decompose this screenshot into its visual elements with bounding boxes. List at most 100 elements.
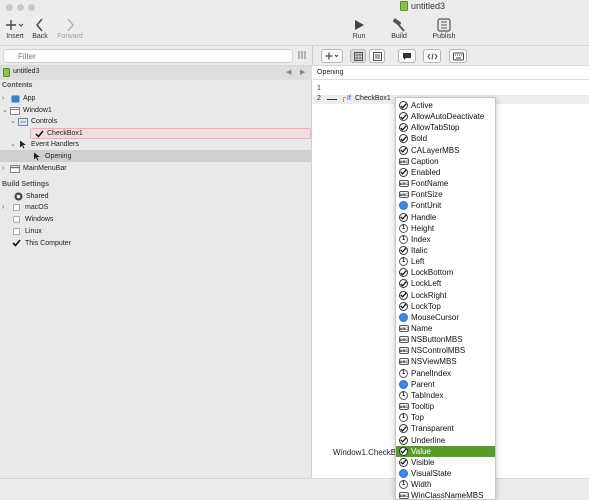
back-button[interactable]: Back [25,16,55,40]
build-target-this-computer[interactable]: This Computer [12,238,71,249]
autocomplete-item[interactable]: 1 Width [396,479,495,490]
autocomplete-item[interactable]: LockBottom [396,267,495,278]
checkmark-icon[interactable] [12,239,21,247]
navigator-header: untitled3 ◀ ▶ [0,66,312,80]
autocomplete-item[interactable]: ABC NSViewMBS [396,356,495,367]
autocomplete-item[interactable]: ABC FontName [396,178,495,189]
window-minimize-button[interactable] [17,4,24,11]
nav-item-event-handlers[interactable]: ⌄ Event Handlers [10,139,79,150]
filter-input[interactable] [3,49,293,63]
nav-item-checkbox1[interactable]: CheckBox1 [34,128,83,139]
enum-icon [399,201,408,211]
autocomplete-item[interactable]: LockLeft [396,278,495,289]
autocomplete-item[interactable]: ABC Tooltip [396,401,495,412]
autocomplete-item[interactable]: LockRight [396,290,495,301]
build-target-macos[interactable]: › macOS [2,202,48,213]
disclosure-closed-icon[interactable]: › [2,202,10,213]
autocomplete-item[interactable]: LockTop [396,301,495,312]
breadcrumb: Opening [317,69,344,76]
nav-item-opening[interactable]: Opening [32,151,71,162]
layout-view-button[interactable] [350,49,366,63]
tags-button[interactable] [423,49,441,63]
autocomplete-item[interactable]: Parent [396,379,495,390]
autocomplete-item[interactable]: 1 TabIndex [396,390,495,401]
build-target-linux[interactable]: Linux [13,226,42,237]
autocomplete-item[interactable]: AllowAutoDeactivate [396,111,495,122]
autocomplete-item-label: Enabled [411,167,441,177]
autocomplete-item[interactable]: CALayerMBS [396,145,495,156]
autocomplete-item[interactable]: FontUnit [396,200,495,211]
plus-dropdown-icon [325,52,339,60]
nav-item-app[interactable]: › App [2,93,35,104]
navigator-sidebar: untitled3 ◀ ▶ Contents › App ⌄ Window1 ⌄… [0,66,312,500]
autocomplete-item-label: Name [411,324,433,333]
comment-button[interactable] [398,49,416,63]
autocomplete-item[interactable]: Handle [396,212,495,223]
autocomplete-item[interactable]: 1 Top [396,412,495,423]
disclosure-open-icon[interactable]: ⌄ [10,139,18,150]
integer-icon: 1 [399,234,408,244]
disclosure-open-icon[interactable]: ⌄ [10,116,18,127]
boolean-check-icon [399,457,408,467]
autocomplete-item[interactable]: 1 Index [396,234,495,245]
autocomplete-item-label: Handle [411,212,437,222]
autocomplete-item[interactable]: Italic [396,245,495,256]
autocomplete-popup[interactable]: Active AllowAutoDeactivate AllowTabStop Bol… [395,97,496,500]
build-target-shared[interactable]: Shared [13,191,49,202]
code-view-button[interactable] [369,49,385,63]
autocomplete-item-label: MouseCursor [411,312,460,322]
publish-button[interactable]: Publish [429,16,459,40]
autocomplete-item[interactable]: VisualState [396,468,495,479]
autocomplete-item-label: Bold [411,134,428,144]
autocomplete-item[interactable]: Transparent [396,423,495,434]
build-checkbox[interactable] [13,228,20,235]
autocomplete-item[interactable]: ABC Name [396,323,495,334]
nav-forward-arrow-icon[interactable]: ▶ [300,68,305,76]
keyboard-button[interactable] [449,49,467,63]
build-checkbox[interactable] [13,204,20,211]
run-button[interactable]: Run [344,16,374,40]
line-number: 2 [317,95,321,102]
autocomplete-item[interactable]: ABC Caption [396,156,495,167]
controls-icon [18,117,28,126]
nav-item-window1[interactable]: ⌄ Window1 [2,105,52,116]
forward-button[interactable]: Forward [55,16,85,40]
autocomplete-item[interactable]: Underline [396,435,495,446]
autocomplete-item[interactable]: ABC WinClassNameMBS [396,490,495,499]
disclosure-open-icon[interactable]: ⌄ [2,105,10,116]
nav-item-controls[interactable]: ⌄ Controls [10,116,57,127]
autocomplete-item[interactable]: Enabled [396,167,495,178]
autocomplete-item[interactable]: MouseCursor [396,312,495,323]
columns-icon[interactable] [297,50,307,62]
autocomplete-item-label: LockBottom [411,268,454,278]
add-item-button[interactable] [321,49,343,63]
autocomplete-item[interactable]: Active [396,100,495,111]
build-checkbox[interactable] [13,216,20,223]
autocomplete-item[interactable]: ABC FontSize [396,189,495,200]
play-icon [344,16,374,33]
main-toolbar: Insert Back Forward untitled3 Run Build … [0,0,589,46]
autocomplete-item[interactable]: 1 Height [396,223,495,234]
autocomplete-item[interactable]: Value [396,445,495,457]
disclosure-closed-icon[interactable]: › [2,93,10,104]
nav-back-arrow-icon[interactable]: ◀ [286,68,291,76]
build-target-windows[interactable]: Windows [13,214,53,225]
autocomplete-item[interactable]: AllowTabStop [396,122,495,133]
nav-item-controls-label: Controls [31,118,58,125]
integer-icon: 1 [399,223,408,233]
nav-item-opening-label: Opening [45,153,72,160]
boolean-check-icon [399,245,408,255]
autocomplete-item-label: NSControlMBS [411,346,466,356]
keyboard-icon [452,52,464,60]
autocomplete-item[interactable]: Visible [396,457,495,468]
disclosure-closed-icon[interactable]: › [2,163,10,174]
autocomplete-item[interactable]: 1 PanelIndex [396,368,495,379]
nav-item-mainmenubar[interactable]: › MainMenuBar [2,163,67,174]
autocomplete-item[interactable]: 1 Left [396,256,495,267]
build-button[interactable]: Build [384,16,414,40]
autocomplete-item[interactable]: Bold [396,133,495,144]
window-zoom-button[interactable] [28,4,35,11]
window-close-button[interactable] [6,4,13,11]
autocomplete-item[interactable]: ABC NSButtonMBS [396,334,495,345]
autocomplete-item[interactable]: ABC NSControlMBS [396,345,495,356]
